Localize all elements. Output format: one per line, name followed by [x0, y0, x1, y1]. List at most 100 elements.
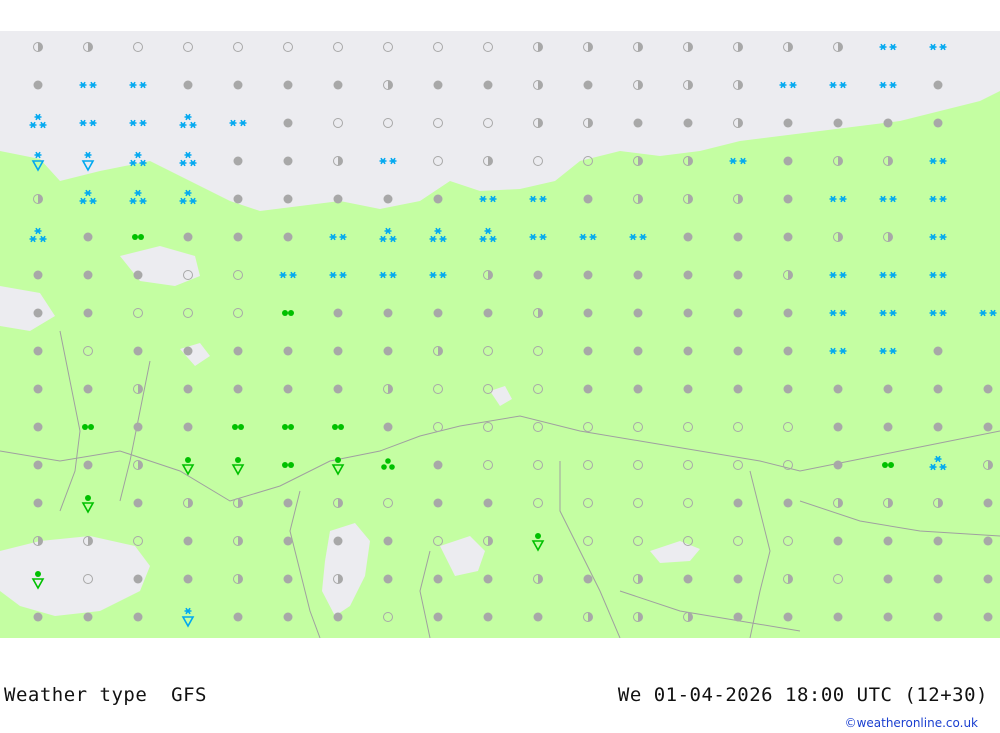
grid-cell: [883, 384, 893, 394]
dry-marker: [283, 346, 293, 356]
grid-cell: [283, 232, 293, 242]
dry-marker: [633, 118, 643, 128]
grid-cell: [433, 498, 443, 508]
grid-cell: [233, 232, 243, 242]
grid-cell: [383, 574, 393, 584]
grid-cell: [983, 574, 993, 584]
dry-marker: [583, 574, 593, 584]
dry-marker: [683, 346, 693, 356]
grid-cell: [333, 612, 343, 622]
grid-cell: [983, 536, 993, 546]
grid-cell: [683, 232, 693, 242]
grid-cell: [683, 384, 693, 394]
dry-marker: [733, 308, 743, 318]
dry-marker: [433, 308, 443, 318]
dry-marker: [783, 384, 793, 394]
rain-dot: [85, 495, 91, 501]
rain-dot: [288, 424, 294, 430]
grid-cell: [933, 384, 943, 394]
grid-cell: [483, 308, 493, 318]
dry-marker: [783, 194, 793, 204]
grid-cell: [933, 422, 943, 432]
dry-marker: [483, 80, 493, 90]
grid-cell: [183, 536, 193, 546]
dry-marker: [833, 422, 843, 432]
grid-cell: [233, 346, 243, 356]
grid-cell: [783, 498, 793, 508]
grid-cell: [33, 270, 43, 280]
grid-cell: [683, 574, 693, 584]
grid-cell: [783, 118, 793, 128]
dry-marker: [333, 308, 343, 318]
dry-marker: [233, 384, 243, 394]
grid-cell: [133, 498, 143, 508]
dry-marker: [183, 422, 193, 432]
grid-cell: [683, 346, 693, 356]
grid-cell: [933, 574, 943, 584]
dry-marker: [933, 118, 943, 128]
dry-marker: [33, 308, 43, 318]
dry-marker: [933, 422, 943, 432]
dry-marker: [783, 346, 793, 356]
grid-cell: [683, 270, 693, 280]
grid-cell: [383, 194, 393, 204]
grid-cell: [983, 498, 993, 508]
grid-cell: [783, 156, 793, 166]
grid-cell: [883, 612, 893, 622]
dry-marker: [733, 346, 743, 356]
grid-cell: [183, 384, 193, 394]
grid-cell: [783, 612, 793, 622]
rain-dot: [888, 462, 894, 468]
dry-marker: [433, 194, 443, 204]
grid-cell: [333, 384, 343, 394]
grid-cell: [133, 422, 143, 432]
grid-cell: [833, 536, 843, 546]
grid-cell: [983, 384, 993, 394]
rain-dot: [338, 424, 344, 430]
dry-marker: [133, 270, 143, 280]
rain-dot: [35, 571, 41, 577]
dry-marker: [583, 194, 593, 204]
credit-link[interactable]: ©weatheronline.co.uk: [845, 716, 978, 730]
dry-marker: [733, 574, 743, 584]
product-label: Weather type GFS: [4, 684, 207, 706]
dry-marker: [183, 384, 193, 394]
dry-marker: [83, 232, 93, 242]
rain-dot: [389, 464, 395, 470]
dry-marker: [683, 232, 693, 242]
dry-marker: [283, 498, 293, 508]
dry-marker: [33, 422, 43, 432]
dry-marker: [783, 612, 793, 622]
grid-cell: [283, 612, 293, 622]
dry-marker: [333, 612, 343, 622]
dry-marker: [233, 80, 243, 90]
dry-marker: [133, 422, 143, 432]
grid-cell: [83, 232, 93, 242]
grid-cell: [533, 612, 543, 622]
grid-cell: [183, 574, 193, 584]
dry-marker: [283, 156, 293, 166]
grid-cell: [733, 498, 743, 508]
grid-cell: [933, 612, 943, 622]
grid-cell: [283, 80, 293, 90]
dry-marker: [133, 574, 143, 584]
grid-cell: [783, 194, 793, 204]
dry-marker: [533, 270, 543, 280]
dry-marker: [233, 232, 243, 242]
dry-marker: [433, 498, 443, 508]
dry-marker: [383, 422, 393, 432]
dry-marker: [233, 346, 243, 356]
rain-dot: [282, 310, 288, 316]
dry-marker: [283, 612, 293, 622]
dry-marker: [383, 574, 393, 584]
grid-cell: [783, 308, 793, 318]
valid-time: We 01-04-2026 18:00 UTC (12+30): [617, 684, 988, 706]
grid-cell: [33, 422, 43, 432]
rain-dot: [138, 234, 144, 240]
grid-cell: [933, 346, 943, 356]
dry-marker: [783, 498, 793, 508]
rain-dot: [235, 457, 241, 463]
grid-cell: [583, 194, 593, 204]
grid-cell: [183, 346, 193, 356]
grid-cell: [583, 574, 593, 584]
